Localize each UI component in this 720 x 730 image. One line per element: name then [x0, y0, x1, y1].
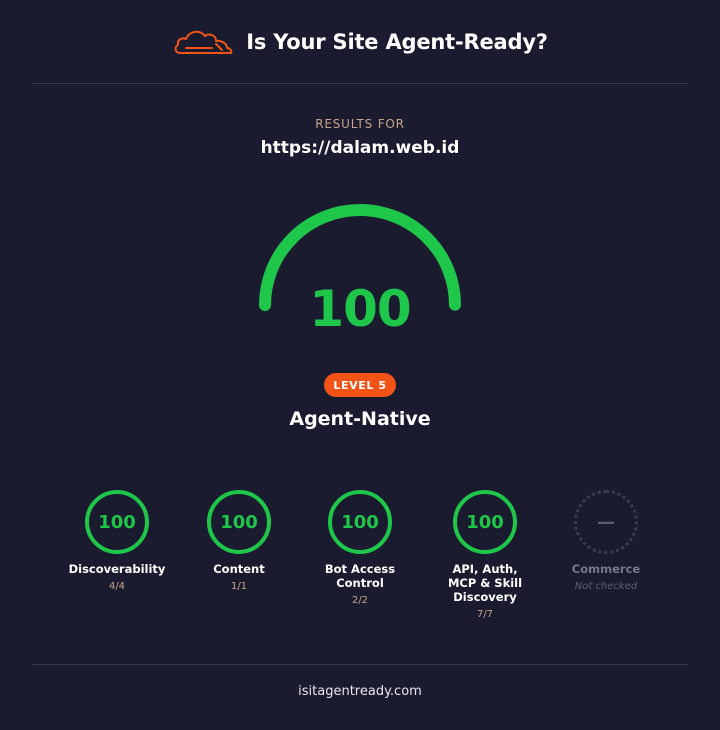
- category-score-ring: 100: [328, 490, 392, 554]
- category-name: Bot Access Control: [324, 562, 396, 590]
- category-detail: Not checked: [574, 581, 638, 592]
- category-score-ring: —: [574, 490, 638, 554]
- footer-link[interactable]: isitagentready.com: [0, 684, 720, 699]
- category-name: Discoverability: [68, 562, 166, 576]
- category-commerce: — Commerce Not checked: [546, 490, 666, 592]
- category-bot-access-control[interactable]: 100 Bot Access Control 2/2: [300, 490, 420, 606]
- category-name: Content: [213, 562, 265, 576]
- category-discoverability[interactable]: 100 Discoverability 4/4: [57, 490, 177, 592]
- level-name: Agent-Native: [289, 408, 431, 430]
- cloudflare-cloud-icon: [174, 30, 233, 54]
- overall-score: 100: [309, 280, 411, 338]
- header-divider: [32, 83, 688, 84]
- category-score-ring: 100: [85, 490, 149, 554]
- page: Is Your Site Agent-Ready? RESULTS FOR ht…: [0, 0, 720, 730]
- footer-divider: [32, 664, 688, 665]
- category-content[interactable]: 100 Content 1/1: [179, 490, 299, 592]
- category-name: API, Auth, MCP & Skill Discovery: [447, 562, 523, 604]
- category-detail: 7/7: [476, 609, 494, 620]
- category-detail: 1/1: [230, 581, 248, 592]
- category-api-auth-mcp-skill-discovery[interactable]: 100 API, Auth, MCP & Skill Discovery 7/7: [425, 490, 545, 620]
- category-name: Commerce: [571, 562, 641, 576]
- category-detail: 4/4: [108, 581, 126, 592]
- category-detail: 2/2: [351, 595, 369, 606]
- result-url: https://dalam.web.id: [260, 138, 460, 158]
- category-score-ring: 100: [453, 490, 517, 554]
- category-score-ring: 100: [207, 490, 271, 554]
- level-badge: LEVEL 5: [324, 373, 396, 397]
- page-title: Is Your Site Agent-Ready?: [246, 30, 548, 54]
- results-label: RESULTS FOR: [315, 117, 405, 131]
- header: Is Your Site Agent-Ready?: [0, 0, 720, 84]
